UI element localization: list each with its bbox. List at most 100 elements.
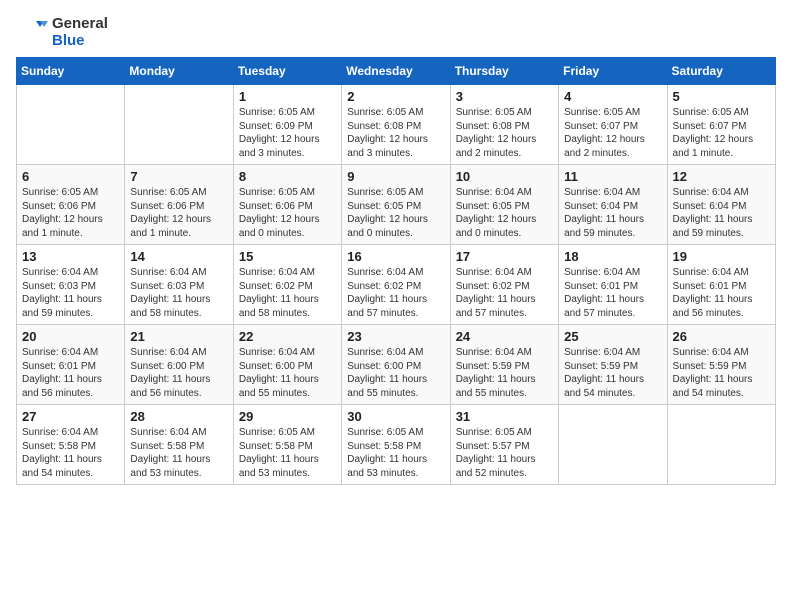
day-info: Sunrise: 6:04 AM Sunset: 6:02 PM Dayligh… xyxy=(456,266,553,320)
calendar-cell: 20 Sunrise: 6:04 AM Sunset: 6:01 PM Dayli… xyxy=(17,325,125,405)
calendar-cell: 21 Sunrise: 6:04 AM Sunset: 6:00 PM Dayli… xyxy=(125,325,233,405)
day-info: Sunrise: 6:05 AM Sunset: 6:08 PM Dayligh… xyxy=(456,106,553,160)
calendar-header: SundayMondayTuesdayWednesdayThursdayFrid… xyxy=(17,58,776,85)
calendar-cell: 29 Sunrise: 6:05 AM Sunset: 5:58 PM Dayli… xyxy=(233,405,341,485)
calendar-cell: 4 Sunrise: 6:05 AM Sunset: 6:07 PM Daylig… xyxy=(559,85,667,165)
day-info: Sunrise: 6:05 AM Sunset: 6:07 PM Dayligh… xyxy=(564,106,661,160)
day-info: Sunrise: 6:05 AM Sunset: 6:05 PM Dayligh… xyxy=(347,186,444,240)
day-info: Sunrise: 6:04 AM Sunset: 6:01 PM Dayligh… xyxy=(22,346,119,400)
calendar-cell: 14Sunrise: 6:04 AM Sunset: 6:03 PM Dayli… xyxy=(125,245,233,325)
day-number: 20 xyxy=(22,329,119,344)
day-number: 19 xyxy=(673,249,770,264)
day-number: 13 xyxy=(22,249,119,264)
weekday-header-thursday: Thursday xyxy=(450,58,558,85)
weekday-header-sunday: Sunday xyxy=(17,58,125,85)
calendar-cell xyxy=(667,405,775,485)
day-info: Sunrise: 6:04 AM Sunset: 6:05 PM Dayligh… xyxy=(456,186,553,240)
day-number: 15 xyxy=(239,249,336,264)
calendar-cell: 6Sunrise: 6:05 AM Sunset: 6:06 PM Daylig… xyxy=(17,165,125,245)
calendar-cell: 2Sunrise: 6:05 AM Sunset: 6:08 PM Daylig… xyxy=(342,85,450,165)
calendar-cell: 18 Sunrise: 6:04 AM Sunset: 6:01 PM Dayli… xyxy=(559,245,667,325)
calendar-cell xyxy=(17,85,125,165)
day-number: 1 xyxy=(239,89,336,104)
day-number: 21 xyxy=(130,329,227,344)
calendar-cell: 28 Sunrise: 6:04 AM Sunset: 5:58 PM Dayli… xyxy=(125,405,233,485)
day-info: Sunrise: 6:05 AM Sunset: 5:57 PM Dayligh… xyxy=(456,426,553,480)
day-info: Sunrise: 6:04 AM Sunset: 6:00 PM Dayligh… xyxy=(130,346,227,400)
weekday-header-tuesday: Tuesday xyxy=(233,58,341,85)
calendar-cell: 17Sunrise: 6:04 AM Sunset: 6:02 PM Dayli… xyxy=(450,245,558,325)
day-number: 30 xyxy=(347,409,444,424)
day-info: Sunrise: 6:05 AM Sunset: 5:58 PM Dayligh… xyxy=(239,426,336,480)
day-info: Sunrise: 6:04 AM Sunset: 6:00 PM Dayligh… xyxy=(239,346,336,400)
day-info: Sunrise: 6:04 AM Sunset: 6:00 PM Dayligh… xyxy=(347,346,444,400)
calendar-cell: 22 Sunrise: 6:04 AM Sunset: 6:00 PM Dayli… xyxy=(233,325,341,405)
day-number: 22 xyxy=(239,329,336,344)
day-info: Sunrise: 6:05 AM Sunset: 6:06 PM Dayligh… xyxy=(130,186,227,240)
calendar-cell: 23 Sunrise: 6:04 AM Sunset: 6:00 PM Dayli… xyxy=(342,325,450,405)
day-info: Sunrise: 6:04 AM Sunset: 6:03 PM Dayligh… xyxy=(130,266,227,320)
calendar-cell: 9 Sunrise: 6:05 AM Sunset: 6:05 PM Daylig… xyxy=(342,165,450,245)
day-info: Sunrise: 6:04 AM Sunset: 6:01 PM Dayligh… xyxy=(673,266,770,320)
day-number: 4 xyxy=(564,89,661,104)
day-info: Sunrise: 6:05 AM Sunset: 6:06 PM Dayligh… xyxy=(22,186,119,240)
day-number: 23 xyxy=(347,329,444,344)
day-info: Sunrise: 6:04 AM Sunset: 5:59 PM Dayligh… xyxy=(673,346,770,400)
calendar-cell xyxy=(125,85,233,165)
calendar-cell: 7Sunrise: 6:05 AM Sunset: 6:06 PM Daylig… xyxy=(125,165,233,245)
calendar-cell: 12 Sunrise: 6:04 AM Sunset: 6:04 PM Dayli… xyxy=(667,165,775,245)
calendar-cell: 13 Sunrise: 6:04 AM Sunset: 6:03 PM Dayli… xyxy=(17,245,125,325)
day-info: Sunrise: 6:05 AM Sunset: 6:08 PM Dayligh… xyxy=(347,106,444,160)
weekday-header-wednesday: Wednesday xyxy=(342,58,450,85)
day-info: Sunrise: 6:04 AM Sunset: 5:59 PM Dayligh… xyxy=(564,346,661,400)
day-number: 29 xyxy=(239,409,336,424)
day-number: 12 xyxy=(673,169,770,184)
calendar-cell: 19 Sunrise: 6:04 AM Sunset: 6:01 PM Dayli… xyxy=(667,245,775,325)
calendar-cell: 10 Sunrise: 6:04 AM Sunset: 6:05 PM Dayli… xyxy=(450,165,558,245)
day-info: Sunrise: 6:05 AM Sunset: 6:06 PM Dayligh… xyxy=(239,186,336,240)
day-number: 11 xyxy=(564,169,661,184)
calendar-cell: 24Sunrise: 6:04 AM Sunset: 5:59 PM Dayli… xyxy=(450,325,558,405)
day-number: 5 xyxy=(673,89,770,104)
day-info: Sunrise: 6:05 AM Sunset: 6:07 PM Dayligh… xyxy=(673,106,770,160)
day-info: Sunrise: 6:04 AM Sunset: 5:58 PM Dayligh… xyxy=(130,426,227,480)
calendar-cell: 8 Sunrise: 6:05 AM Sunset: 6:06 PM Daylig… xyxy=(233,165,341,245)
day-info: Sunrise: 6:04 AM Sunset: 6:02 PM Dayligh… xyxy=(347,266,444,320)
day-info: Sunrise: 6:04 AM Sunset: 6:04 PM Dayligh… xyxy=(673,186,770,240)
calendar-cell: 30 Sunrise: 6:05 AM Sunset: 5:58 PM Dayli… xyxy=(342,405,450,485)
day-number: 3 xyxy=(456,89,553,104)
logo: General Blue xyxy=(16,16,108,49)
day-info: Sunrise: 6:04 AM Sunset: 6:03 PM Dayligh… xyxy=(22,266,119,320)
calendar-table: SundayMondayTuesdayWednesdayThursdayFrid… xyxy=(16,57,776,485)
day-number: 10 xyxy=(456,169,553,184)
day-number: 9 xyxy=(347,169,444,184)
page-header: General Blue xyxy=(16,16,776,49)
day-number: 27 xyxy=(22,409,119,424)
logo-container: General Blue xyxy=(16,16,108,49)
calendar-cell: 31 Sunrise: 6:05 AM Sunset: 5:57 PM Dayli… xyxy=(450,405,558,485)
calendar-cell: 27Sunrise: 6:04 AM Sunset: 5:58 PM Dayli… xyxy=(17,405,125,485)
day-info: Sunrise: 6:04 AM Sunset: 5:59 PM Dayligh… xyxy=(456,346,553,400)
day-number: 31 xyxy=(456,409,553,424)
day-number: 28 xyxy=(130,409,227,424)
day-number: 18 xyxy=(564,249,661,264)
calendar-cell: 11Sunrise: 6:04 AM Sunset: 6:04 PM Dayli… xyxy=(559,165,667,245)
day-number: 16 xyxy=(347,249,444,264)
calendar-cell: 16 Sunrise: 6:04 AM Sunset: 6:02 PM Dayli… xyxy=(342,245,450,325)
weekday-header-saturday: Saturday xyxy=(667,58,775,85)
calendar-cell: 5 Sunrise: 6:05 AM Sunset: 6:07 PM Daylig… xyxy=(667,85,775,165)
calendar-cell: 3 Sunrise: 6:05 AM Sunset: 6:08 PM Daylig… xyxy=(450,85,558,165)
day-number: 25 xyxy=(564,329,661,344)
day-number: 26 xyxy=(673,329,770,344)
weekday-header-monday: Monday xyxy=(125,58,233,85)
day-info: Sunrise: 6:05 AM Sunset: 6:09 PM Dayligh… xyxy=(239,106,336,160)
weekday-header-friday: Friday xyxy=(559,58,667,85)
calendar-cell xyxy=(559,405,667,485)
calendar-cell: 25 Sunrise: 6:04 AM Sunset: 5:59 PM Dayli… xyxy=(559,325,667,405)
day-info: Sunrise: 6:04 AM Sunset: 6:01 PM Dayligh… xyxy=(564,266,661,320)
day-info: Sunrise: 6:04 AM Sunset: 6:02 PM Dayligh… xyxy=(239,266,336,320)
day-info: Sunrise: 6:05 AM Sunset: 5:58 PM Dayligh… xyxy=(347,426,444,480)
day-number: 8 xyxy=(239,169,336,184)
logo-text: General Blue xyxy=(52,16,108,49)
calendar-cell: 15 Sunrise: 6:04 AM Sunset: 6:02 PM Dayli… xyxy=(233,245,341,325)
